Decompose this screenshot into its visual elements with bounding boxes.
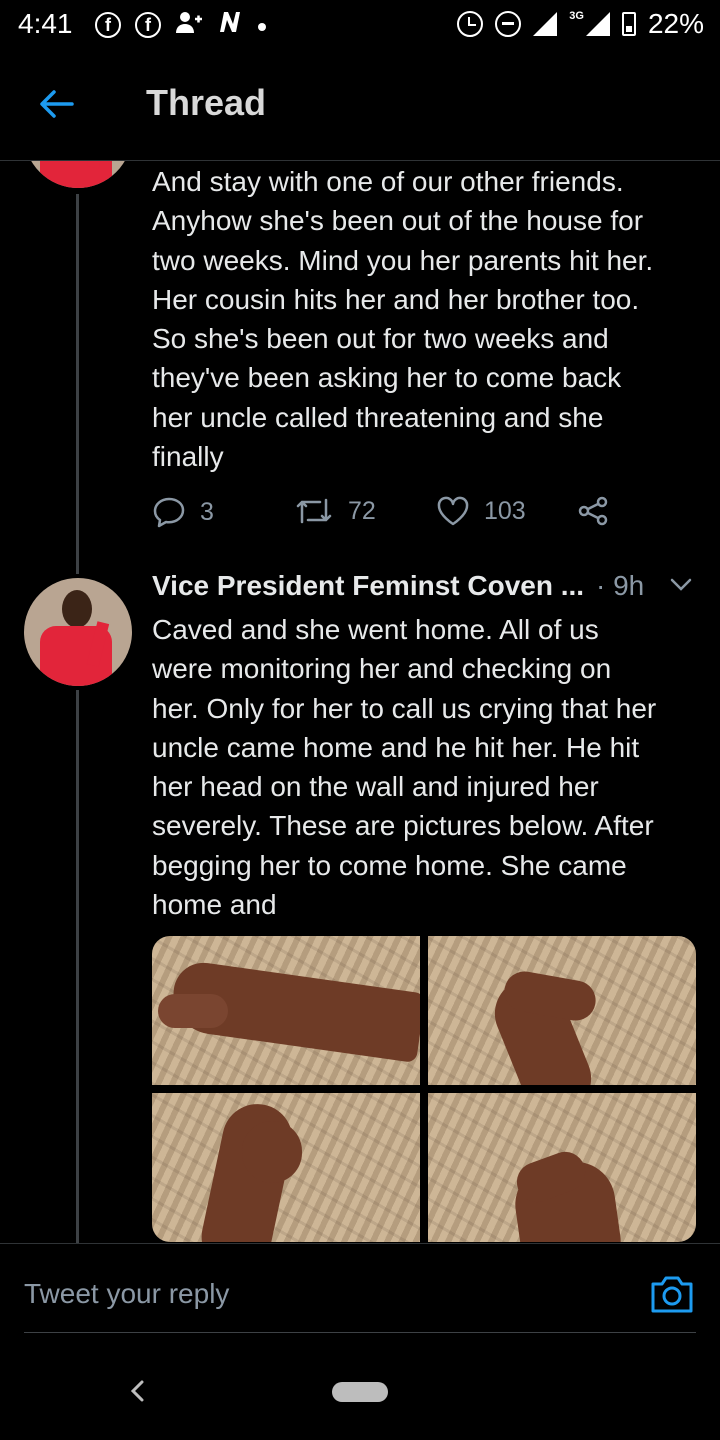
reply-composer: Tweet your reply (0, 1243, 720, 1334)
nav-home-pill[interactable] (332, 1382, 388, 1402)
nav-back-icon[interactable] (126, 1379, 150, 1403)
media-photo[interactable] (428, 1093, 696, 1242)
tweet-header: Vice President Feminst Coven ... · 9h (152, 570, 692, 610)
heart-icon (437, 496, 469, 526)
retweet-icon (296, 498, 332, 524)
status-time: 4:41 (18, 8, 73, 39)
battery-percent: 22% (647, 8, 704, 39)
facebook-icon: f (135, 12, 161, 38)
retweet-count: 72 (348, 496, 376, 525)
notification-icons: f f (95, 10, 267, 40)
retweet-button[interactable]: 72 (294, 496, 376, 526)
media-photo[interactable] (152, 936, 420, 1085)
app-header: Thread (0, 50, 720, 161)
alarm-icon (457, 11, 484, 37)
system-navigation-bar (0, 1333, 720, 1440)
back-arrow-icon[interactable] (36, 84, 76, 124)
tweet-text[interactable]: And stay with one of our other friends. … (152, 162, 700, 476)
reply-input[interactable]: Tweet your reply (24, 1278, 229, 1310)
author-name[interactable]: Vice President Feminst Coven ... (152, 570, 584, 601)
tweet-time: · 9h (596, 570, 645, 601)
n-icon (217, 10, 243, 40)
tweet-body: And stay with one of our other friends. … (152, 166, 654, 473)
avatar[interactable] (24, 578, 132, 686)
thread-timeline[interactable]: And stay with one of our other friends. … (0, 160, 720, 1243)
system-icons: 3G 22% (457, 8, 704, 40)
chevron-down-icon[interactable] (670, 578, 692, 592)
tweet-text[interactable]: Caved and she went home. All of us were … (152, 610, 700, 924)
camera-icon[interactable] (650, 1274, 694, 1314)
battery-charging-icon (621, 12, 636, 36)
reply-button[interactable]: 3 (152, 496, 214, 528)
media-grid (152, 936, 696, 1242)
media-photo[interactable] (428, 936, 696, 1085)
network-type: 3G (569, 10, 584, 22)
avatar[interactable] (24, 160, 132, 188)
facebook-icon: f (95, 12, 121, 38)
media-photo[interactable] (152, 1093, 420, 1242)
dot-icon (257, 12, 267, 38)
page-title: Thread (146, 82, 267, 123)
tweet-actions: 3 72 103 (152, 496, 622, 536)
dnd-icon (495, 11, 522, 37)
add-user-icon (175, 10, 203, 40)
status-bar: 4:41 f f 3G 22% (0, 0, 720, 50)
reply-count: 3 (200, 497, 214, 526)
like-count: 103 (484, 496, 526, 525)
thread-connector-line (76, 690, 79, 1243)
signal-icon (533, 12, 558, 36)
share-icon (578, 496, 608, 526)
like-button[interactable]: 103 (436, 496, 526, 526)
signal-icon (585, 12, 610, 36)
thread-connector-line (76, 194, 79, 574)
share-button[interactable] (578, 496, 610, 526)
tweet-body: Caved and she went home. All of us were … (152, 614, 657, 921)
reply-icon (153, 497, 185, 528)
